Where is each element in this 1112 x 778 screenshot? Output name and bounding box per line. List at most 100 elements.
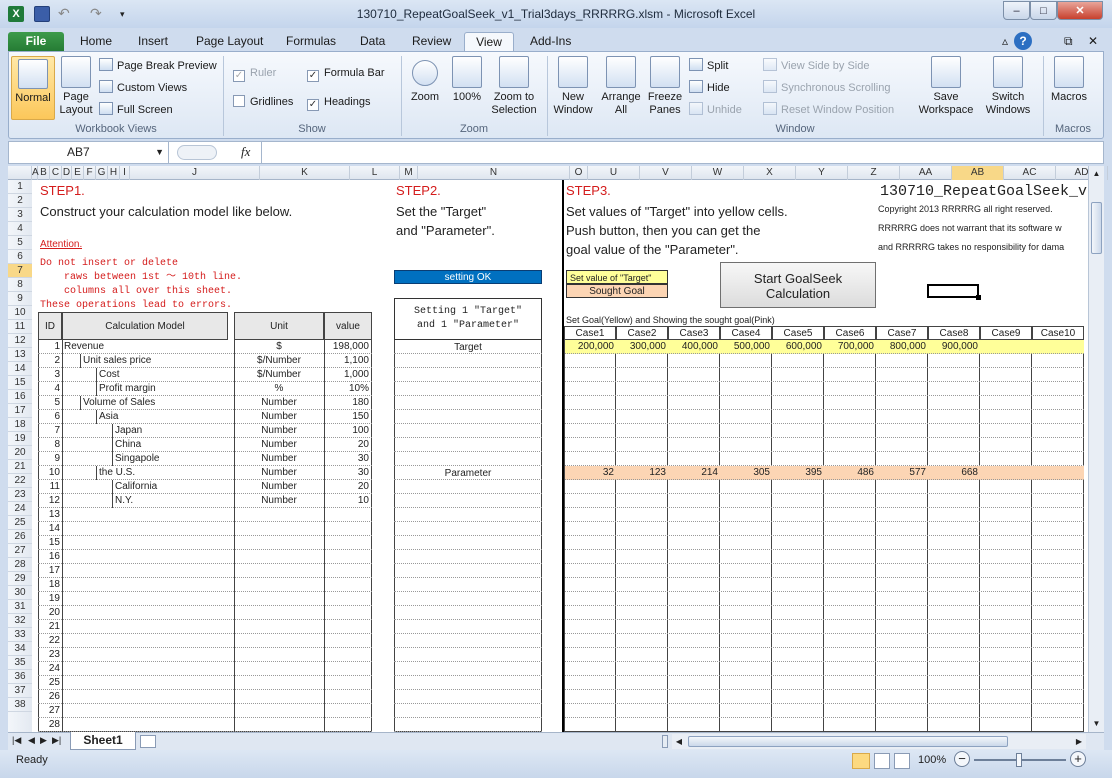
help-icon[interactable]: ? <box>1014 32 1032 50</box>
zoom-slider-thumb[interactable] <box>1016 753 1022 767</box>
headings-checkbox[interactable]: ✓ Headings <box>307 93 370 111</box>
tab-file[interactable]: File <box>8 32 64 52</box>
zoom-in-icon[interactable]: + <box>1070 751 1086 767</box>
row-header[interactable]: 30 <box>8 586 32 600</box>
row-header[interactable]: 24 <box>8 502 32 516</box>
tab-data[interactable]: Data <box>352 32 393 52</box>
column-header-l[interactable]: L <box>350 166 400 180</box>
row-header[interactable]: 9 <box>8 292 32 306</box>
workbook-restore-icon[interactable]: ⧉ <box>1056 32 1081 52</box>
row-header[interactable]: 37 <box>8 684 32 698</box>
tab-home[interactable]: Home <box>72 32 120 52</box>
column-header-j[interactable]: J <box>130 166 260 180</box>
row-header[interactable]: 25 <box>8 516 32 530</box>
sheet-tab-sheet1[interactable]: Sheet1 <box>70 732 136 750</box>
row-header[interactable]: 29 <box>8 572 32 586</box>
selected-cell-ab7[interactable] <box>927 284 979 298</box>
row-header[interactable]: 38 <box>8 698 32 712</box>
full-screen-button[interactable]: Full Screen <box>99 101 173 119</box>
hscroll-thumb[interactable] <box>688 736 1008 747</box>
row-header[interactable]: 2 <box>8 194 32 208</box>
row-header[interactable]: 32 <box>8 614 32 628</box>
row-header[interactable]: 8 <box>8 278 32 292</box>
tab-add-ins[interactable]: Add-Ins <box>522 32 579 52</box>
row-header[interactable]: 17 <box>8 404 32 418</box>
normal-view-button[interactable]: Normal <box>11 56 55 120</box>
view-side-by-side-button[interactable]: View Side by Side <box>763 57 869 75</box>
formula-bar-checkbox[interactable]: ✓ Formula Bar <box>307 64 385 82</box>
new-window-button[interactable]: New Window <box>549 56 597 117</box>
scroll-up-arrow[interactable]: ▲ <box>1089 166 1104 182</box>
gridlines-checkbox[interactable]: Gridlines <box>233 93 293 111</box>
row-header[interactable]: 27 <box>8 544 32 558</box>
column-header-x[interactable]: X <box>744 166 796 180</box>
column-header-h[interactable]: H <box>108 166 120 180</box>
workbook-close-icon[interactable]: ✕ <box>1080 32 1106 52</box>
fill-handle[interactable] <box>976 295 981 300</box>
save-workspace-button[interactable]: Save Workspace <box>915 56 977 117</box>
name-box[interactable]: AB7 ▼ <box>9 142 169 163</box>
column-header-e[interactable]: E <box>72 166 84 180</box>
close-button[interactable]: ✕ <box>1057 1 1103 20</box>
freeze-panes-button[interactable]: Freeze Panes <box>645 56 685 117</box>
page-layout-status-icon[interactable] <box>874 753 890 769</box>
select-all-corner[interactable] <box>8 166 32 180</box>
sheet-nav-first-icon[interactable]: |◀ <box>12 735 21 746</box>
column-header-z[interactable]: Z <box>848 166 900 180</box>
row-header[interactable]: 3 <box>8 208 32 222</box>
row-header[interactable]: 5 <box>8 236 32 250</box>
ruler-checkbox[interactable]: ✓ Ruler <box>233 64 276 82</box>
sheet-nav-last-icon[interactable]: ▶| <box>52 735 61 746</box>
column-header-ab[interactable]: AB <box>952 166 1004 180</box>
tab-view[interactable]: View <box>464 32 514 52</box>
column-header-v[interactable]: V <box>640 166 692 180</box>
column-header-c[interactable]: C <box>50 166 62 180</box>
ribbon-minimize-icon[interactable]: ▵ <box>994 32 1016 52</box>
normal-view-status-icon[interactable] <box>852 753 870 769</box>
insert-function-icon[interactable]: fx <box>241 144 250 160</box>
row-header[interactable]: 11 <box>8 320 32 334</box>
row-header[interactable]: 12 <box>8 334 32 348</box>
unhide-button[interactable]: Unhide <box>689 101 742 119</box>
maximize-button[interactable]: □ <box>1030 1 1057 20</box>
column-header-b[interactable]: B <box>38 166 50 180</box>
split-button[interactable]: Split <box>689 57 728 75</box>
row-header[interactable]: 10 <box>8 306 32 320</box>
column-header-k[interactable]: K <box>260 166 350 180</box>
row-header[interactable]: 35 <box>8 656 32 670</box>
tab-review[interactable]: Review <box>404 32 459 52</box>
column-header-aa[interactable]: AA <box>900 166 952 180</box>
row-header[interactable]: 1 <box>8 180 32 194</box>
zoom-out-icon[interactable]: − <box>954 751 970 767</box>
column-header-u[interactable]: U <box>588 166 640 180</box>
row-header[interactable]: 36 <box>8 670 32 684</box>
tab-formulas[interactable]: Formulas <box>278 32 344 52</box>
row-header[interactable]: 16 <box>8 390 32 404</box>
zoom-100-button[interactable]: 100% <box>449 56 485 104</box>
column-header-n[interactable]: N <box>418 166 570 180</box>
column-header-w[interactable]: W <box>692 166 744 180</box>
hscroll-left-arrow[interactable]: ◀ <box>672 734 686 749</box>
macros-button[interactable]: Macros <box>1047 56 1091 104</box>
reset-window-position-button[interactable]: Reset Window Position <box>763 101 894 119</box>
column-header-y[interactable]: Y <box>796 166 848 180</box>
minimize-button[interactable]: – <box>1003 1 1030 20</box>
switch-windows-button[interactable]: Switch Windows <box>977 56 1039 117</box>
arrange-all-button[interactable]: Arrange All <box>599 56 643 117</box>
zoom-level[interactable]: 100% <box>918 754 946 766</box>
custom-views-button[interactable]: Custom Views <box>99 79 187 97</box>
start-goalseek-button[interactable]: Start GoalSeek Calculation <box>720 262 876 308</box>
vertical-scrollbar[interactable]: ▲ ▼ <box>1088 166 1104 732</box>
row-header[interactable]: 7 <box>8 264 32 278</box>
column-header-m[interactable]: M <box>400 166 418 180</box>
row-header[interactable]: 20 <box>8 446 32 460</box>
scroll-down-arrow[interactable]: ▼ <box>1089 716 1104 732</box>
page-layout-view-button[interactable]: Page Layout <box>59 56 93 117</box>
tab-split-handle[interactable] <box>662 735 668 748</box>
formula-input[interactable] <box>261 142 1103 163</box>
synchronous-scrolling-button[interactable]: Synchronous Scrolling <box>763 79 890 97</box>
column-header-g[interactable]: G <box>96 166 108 180</box>
row-header[interactable]: 4 <box>8 222 32 236</box>
row-header[interactable]: 14 <box>8 362 32 376</box>
page-break-preview-button[interactable]: Page Break Preview <box>99 57 217 75</box>
